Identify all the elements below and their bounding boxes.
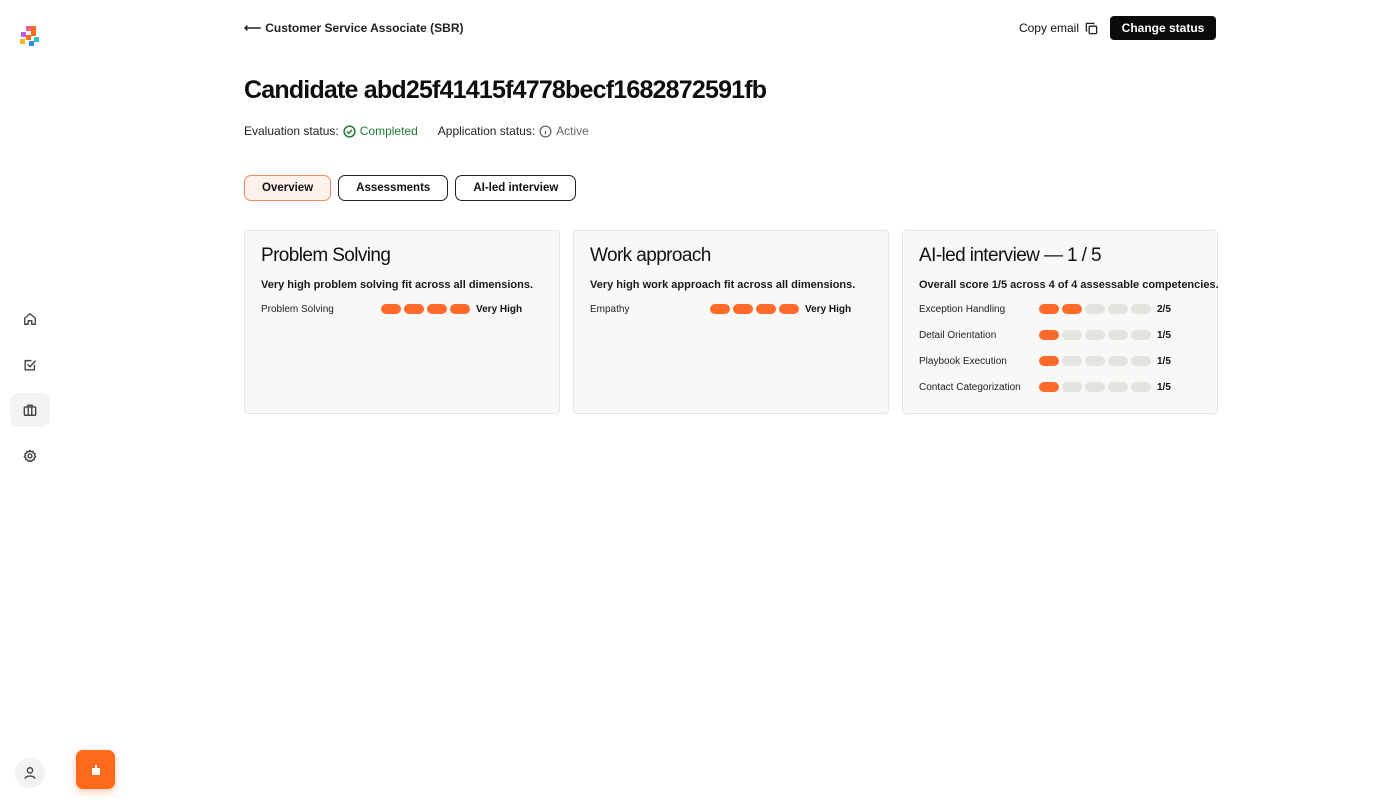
page-title: Candidate abd25f41415f4778becf1682872591…	[244, 76, 767, 104]
rating-pill-filled	[1039, 382, 1059, 392]
score-row-label: Detail Orientation	[919, 329, 997, 341]
rating-pill-empty	[1062, 330, 1082, 340]
top-bar: ⟵ Customer Service Associate (SBR) Copy …	[244, 16, 1216, 41]
back-link[interactable]: ⟵ Customer Service Associate (SBR)	[244, 21, 464, 35]
evaluation-status-badge: Completed	[343, 124, 418, 138]
card-description: Overall score 1/5 across 4 of 4 assessab…	[919, 279, 1219, 291]
change-status-button[interactable]: Change status	[1110, 16, 1216, 40]
evaluation-status-value: Completed	[359, 124, 418, 138]
score-row-value: 1/5	[1157, 329, 1171, 341]
rating-pill-empty	[1108, 304, 1128, 314]
rating-pill-filled	[450, 304, 470, 314]
rating-pill-empty	[1131, 304, 1151, 314]
rating-pill-filled	[779, 304, 799, 314]
tab-overview[interactable]: Overview	[244, 175, 332, 201]
rating-pill-empty	[1108, 356, 1128, 366]
score-row: Playbook Execution 1/5	[919, 348, 1201, 374]
card-title: Work approach	[590, 245, 711, 266]
card-title: AI-led interview — 1 / 5	[919, 245, 1102, 266]
rating-pill-empty	[1085, 356, 1105, 366]
briefcase-icon	[23, 404, 37, 416]
score-row-label: Exception Handling	[919, 303, 1006, 315]
rating-pill-filled	[1039, 330, 1059, 340]
sidebar-item-home[interactable]	[10, 302, 50, 336]
check-circle-icon	[343, 124, 356, 138]
score-row: Detail Orientation 1/5	[919, 322, 1201, 348]
logo-icon[interactable]	[20, 26, 40, 46]
rating-pill-empty	[1131, 356, 1151, 366]
application-status-value: Active	[556, 124, 589, 138]
score-pills	[381, 304, 470, 314]
rating-pill-filled	[756, 304, 776, 314]
arrow-left-icon: ⟵	[244, 21, 262, 35]
score-row-label: Playbook Execution	[919, 355, 1007, 367]
tab-bar: Overview Assessments AI-led interview	[244, 175, 577, 201]
sidebar-item-tasks[interactable]	[10, 348, 50, 382]
rating-pill-empty	[1131, 382, 1151, 392]
rating-pill-filled	[710, 304, 730, 314]
score-pills	[1039, 382, 1151, 392]
score-row-value: 1/5	[1157, 355, 1171, 367]
back-link-label: Customer Service Associate (SBR)	[265, 21, 464, 35]
score-row: Problem Solving Very High	[261, 296, 543, 322]
copy-icon	[1085, 22, 1098, 34]
score-row-label: Problem Solving	[261, 303, 334, 315]
score-row-value: Very High	[476, 303, 523, 315]
application-status-label: Application status:	[437, 124, 536, 138]
card-ai-led-interview[interactable]: AI-led interview — 1 / 5 Overall score 1…	[902, 230, 1219, 414]
rating-pill-filled	[404, 304, 424, 314]
rating-pill-empty	[1085, 304, 1105, 314]
rating-pill-empty	[1108, 330, 1128, 340]
sidebar-item-jobs[interactable]	[10, 393, 50, 427]
sidebar	[0, 0, 60, 808]
tab-assessments[interactable]: Assessments	[338, 175, 449, 201]
score-row: Exception Handling 2/5	[919, 296, 1201, 322]
card-title: Problem Solving	[261, 245, 391, 266]
rating-pill-empty	[1131, 330, 1151, 340]
score-row-value: 1/5	[1157, 381, 1171, 393]
copy-email-button[interactable]: Copy email	[1019, 21, 1098, 35]
card-problem-solving[interactable]: Problem Solving Very high problem solvin…	[244, 230, 560, 414]
gear-icon	[23, 449, 37, 463]
score-pills	[1039, 304, 1151, 314]
home-icon	[24, 313, 36, 325]
score-pills	[1039, 330, 1151, 340]
rating-pill-empty	[1085, 382, 1105, 392]
copy-email-label: Copy email	[1018, 21, 1079, 35]
sidebar-item-settings[interactable]	[10, 439, 50, 473]
user-icon	[24, 767, 36, 779]
score-cards: Problem Solving Very high problem solvin…	[244, 230, 1219, 414]
rating-pill-empty	[1062, 356, 1082, 366]
rating-pill-empty	[1062, 382, 1082, 392]
score-pills	[710, 304, 799, 314]
rating-pill-filled	[381, 304, 401, 314]
profile-button[interactable]	[15, 758, 45, 788]
score-row: Contact Categorization 1/5	[919, 374, 1201, 400]
status-line: Evaluation status: Completed Application…	[244, 124, 589, 138]
score-row-label: Contact Categorization	[919, 381, 1021, 393]
rating-pill-empty	[1108, 382, 1128, 392]
rating-pill-filled	[1039, 304, 1059, 314]
evaluation-status-label: Evaluation status:	[244, 124, 339, 138]
application-status-badge: Active	[539, 124, 589, 138]
bag-icon	[91, 764, 100, 775]
card-description: Very high work approach fit across all d…	[590, 279, 856, 291]
tab-ai-led-interview[interactable]: AI-led interview	[455, 175, 577, 201]
info-icon	[539, 124, 552, 138]
assistant-button[interactable]	[76, 750, 115, 789]
checkbox-icon	[24, 359, 36, 371]
card-work-approach[interactable]: Work approach Very high work approach fi…	[573, 230, 889, 414]
rating-pill-empty	[1085, 330, 1105, 340]
rating-pill-filled	[1062, 304, 1082, 314]
card-description: Very high problem solving fit across all…	[261, 279, 534, 291]
score-row-label: Empathy	[590, 303, 630, 315]
score-pills	[1039, 356, 1151, 366]
rating-pill-filled	[733, 304, 753, 314]
score-row-value: Very High	[805, 303, 852, 315]
score-row: Empathy Very High	[590, 296, 872, 322]
score-row-value: 2/5	[1157, 303, 1171, 315]
rating-pill-filled	[1039, 356, 1059, 366]
rating-pill-filled	[427, 304, 447, 314]
